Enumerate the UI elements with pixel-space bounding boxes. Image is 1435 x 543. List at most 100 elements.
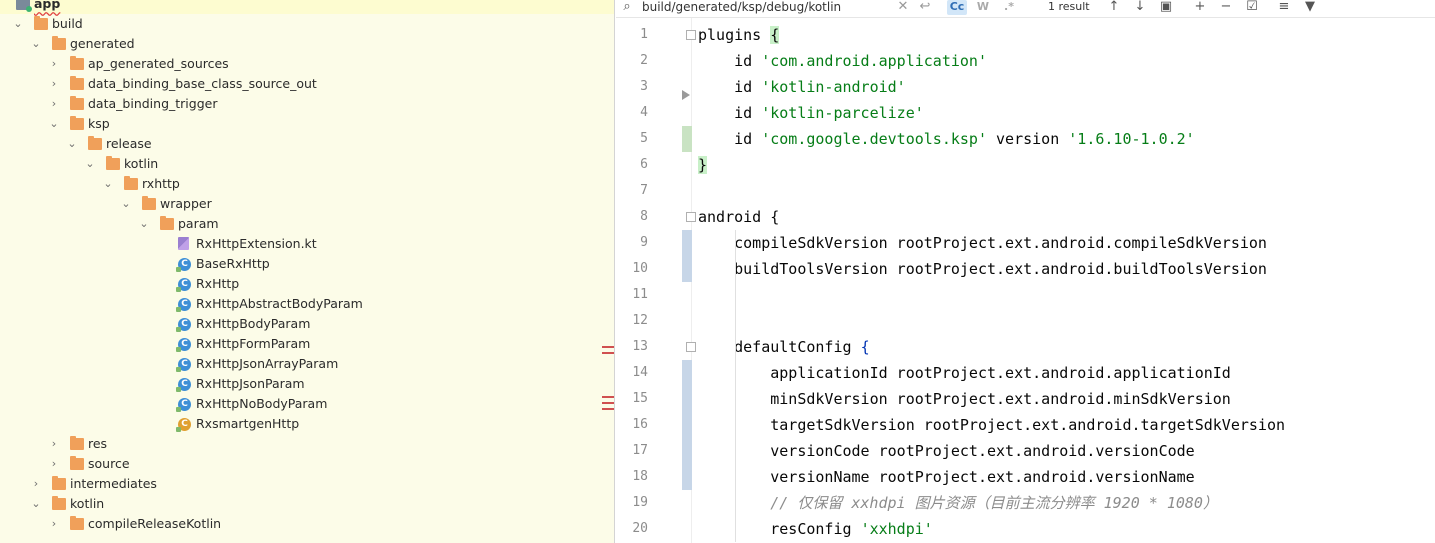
- tree-row[interactable]: › intermediates: [0, 474, 614, 494]
- tree-row[interactable]: ⌄ ksp: [0, 114, 614, 134]
- tree-row[interactable]: ⌄ wrapper: [0, 194, 614, 214]
- chevron-down-icon[interactable]: ⌄: [102, 174, 114, 194]
- line-number: 7: [640, 183, 648, 198]
- tree-item-label: data_binding_base_class_source_out: [88, 76, 317, 91]
- folder-icon: [52, 476, 66, 490]
- select-all-occurrences-icon[interactable]: ▣: [1158, 0, 1174, 16]
- fold-icon[interactable]: [686, 342, 696, 352]
- tree-row[interactable]: app: [0, 0, 614, 14]
- chevron-right-icon[interactable]: ›: [48, 514, 60, 534]
- code-area[interactable]: plugins { id 'com.android.application' i…: [698, 18, 1435, 543]
- filter-options-icon[interactable]: ≡: [1276, 0, 1292, 16]
- code-line: // 仅保留 xxhdpi 图片资源（目前主流分辨率 1920 * 1080）: [698, 494, 1218, 512]
- code-line: }: [698, 156, 708, 174]
- tree-row[interactable]: C RxsmartgenHttp: [0, 414, 614, 434]
- add-selection-icon[interactable]: +: [1192, 0, 1208, 16]
- match-case-toggle[interactable]: Cc: [947, 0, 967, 15]
- previous-occurrence-icon[interactable]: ↑: [1106, 0, 1122, 16]
- line-number: 12: [632, 313, 648, 328]
- fold-icon[interactable]: [686, 212, 696, 222]
- tree-item-label: kotlin: [70, 496, 105, 511]
- chevron-down-icon[interactable]: ⌄: [84, 154, 96, 174]
- chevron-right-icon[interactable]: ›: [30, 474, 42, 494]
- tree-item-label: data_binding_trigger: [88, 96, 218, 111]
- chevron-down-icon[interactable]: ⌄: [120, 194, 132, 214]
- tree-row[interactable]: › data_binding_base_class_source_out: [0, 74, 614, 94]
- tree-item-label: ksp: [88, 116, 110, 131]
- change-marker[interactable]: [682, 360, 692, 490]
- tree-row[interactable]: C RxHttpJsonParam: [0, 374, 614, 394]
- tree-row[interactable]: C RxHttpNoBodyParam: [0, 394, 614, 414]
- toggle-selection-icon[interactable]: ☑: [1244, 0, 1260, 16]
- whole-word-toggle[interactable]: W: [973, 0, 993, 15]
- search-input[interactable]: build/generated/ksp/debug/kotlin: [642, 0, 841, 16]
- tree-row[interactable]: › source: [0, 454, 614, 474]
- chevron-down-icon[interactable]: ⌄: [12, 14, 24, 34]
- filter-icon[interactable]: ▼: [1302, 0, 1318, 16]
- fold-icon[interactable]: [686, 30, 696, 40]
- tree-row[interactable]: C RxHttp: [0, 274, 614, 294]
- tree-row[interactable]: C BaseRxHttp: [0, 254, 614, 274]
- tree-item-label: build: [52, 16, 83, 31]
- tree-row[interactable]: ⌄ kotlin: [0, 154, 614, 174]
- chevron-down-icon[interactable]: ⌄: [30, 34, 42, 54]
- chevron-right-icon[interactable]: ›: [48, 54, 60, 74]
- tree-item-label: generated: [70, 36, 135, 51]
- error-stripe-marker[interactable]: [602, 408, 614, 410]
- class-icon: C: [176, 278, 191, 292]
- tree-item-label: rxhttp: [142, 176, 180, 191]
- chevron-down-icon[interactable]: ⌄: [138, 214, 150, 234]
- remove-selection-icon[interactable]: −: [1218, 0, 1234, 16]
- chevron-right-icon[interactable]: ›: [48, 94, 60, 114]
- history-icon[interactable]: ↩: [918, 0, 932, 16]
- regex-toggle[interactable]: .*: [999, 0, 1019, 15]
- folder-icon: [52, 36, 66, 50]
- tree-item-label: source: [88, 456, 130, 471]
- code-line: compileSdkVersion rootProject.ext.androi…: [698, 234, 1267, 252]
- tree-row[interactable]: C RxHttpBodyParam: [0, 314, 614, 334]
- tree-row[interactable]: RxHttpExtension.kt: [0, 234, 614, 254]
- clear-icon[interactable]: ✕: [896, 0, 910, 16]
- folder-icon: [34, 16, 48, 30]
- error-stripe-marker[interactable]: [602, 402, 614, 404]
- tree-item-label: RxHttpNoBodyParam: [196, 396, 328, 411]
- tree-row[interactable]: ⌄ param: [0, 214, 614, 234]
- result-count: 1 result: [1048, 0, 1090, 13]
- folder-icon: [160, 216, 174, 230]
- error-stripe-marker[interactable]: [602, 396, 614, 398]
- search-icon[interactable]: ⌕: [619, 0, 635, 16]
- project-tree[interactable]: app ⌄ build ⌄ generated › ap_generated_sources…: [0, 0, 615, 543]
- chevron-down-icon[interactable]: ⌄: [30, 494, 42, 514]
- tree-row[interactable]: › compileReleaseKotlin: [0, 514, 614, 534]
- tree-row[interactable]: ⌄ kotlin: [0, 494, 614, 514]
- chevron-down-icon[interactable]: ⌄: [48, 114, 60, 134]
- error-stripe-marker[interactable]: [602, 352, 614, 354]
- chevron-right-icon[interactable]: ›: [48, 434, 60, 454]
- code-line: id 'kotlin-android': [698, 78, 906, 96]
- tree-row[interactable]: › data_binding_trigger: [0, 94, 614, 114]
- chevron-right-icon[interactable]: ›: [48, 454, 60, 474]
- code-editor[interactable]: ⌕ build/generated/ksp/debug/kotlin ✕ ↩ C…: [616, 0, 1435, 543]
- chevron-right-icon[interactable]: ›: [48, 74, 60, 94]
- change-marker[interactable]: [682, 230, 692, 282]
- tree-row[interactable]: ⌄ build: [0, 14, 614, 34]
- tree-row[interactable]: ⌄ release: [0, 134, 614, 154]
- code-line: versionCode rootProject.ext.android.vers…: [698, 442, 1195, 460]
- tree-row[interactable]: C RxHttpFormParam: [0, 334, 614, 354]
- tree-row[interactable]: ⌄ rxhttp: [0, 174, 614, 194]
- tree-row[interactable]: › res: [0, 434, 614, 454]
- tree-row[interactable]: ⌄ generated: [0, 34, 614, 54]
- tree-item-label: release: [106, 136, 152, 151]
- tree-item-label: res: [88, 436, 108, 451]
- chevron-down-icon[interactable]: ⌄: [66, 134, 78, 154]
- code-line: id 'kotlin-parcelize': [698, 104, 924, 122]
- tree-row[interactable]: C RxHttpAbstractBodyParam: [0, 294, 614, 314]
- tree-row[interactable]: C RxHttpJsonArrayParam: [0, 354, 614, 374]
- code-line: defaultConfig {: [698, 338, 870, 356]
- error-stripe-marker[interactable]: [602, 346, 614, 348]
- change-marker[interactable]: [682, 126, 692, 152]
- line-number: 3: [640, 79, 648, 94]
- run-gutter-icon[interactable]: [682, 90, 690, 100]
- tree-row[interactable]: › ap_generated_sources: [0, 54, 614, 74]
- next-occurrence-icon[interactable]: ↓: [1132, 0, 1148, 16]
